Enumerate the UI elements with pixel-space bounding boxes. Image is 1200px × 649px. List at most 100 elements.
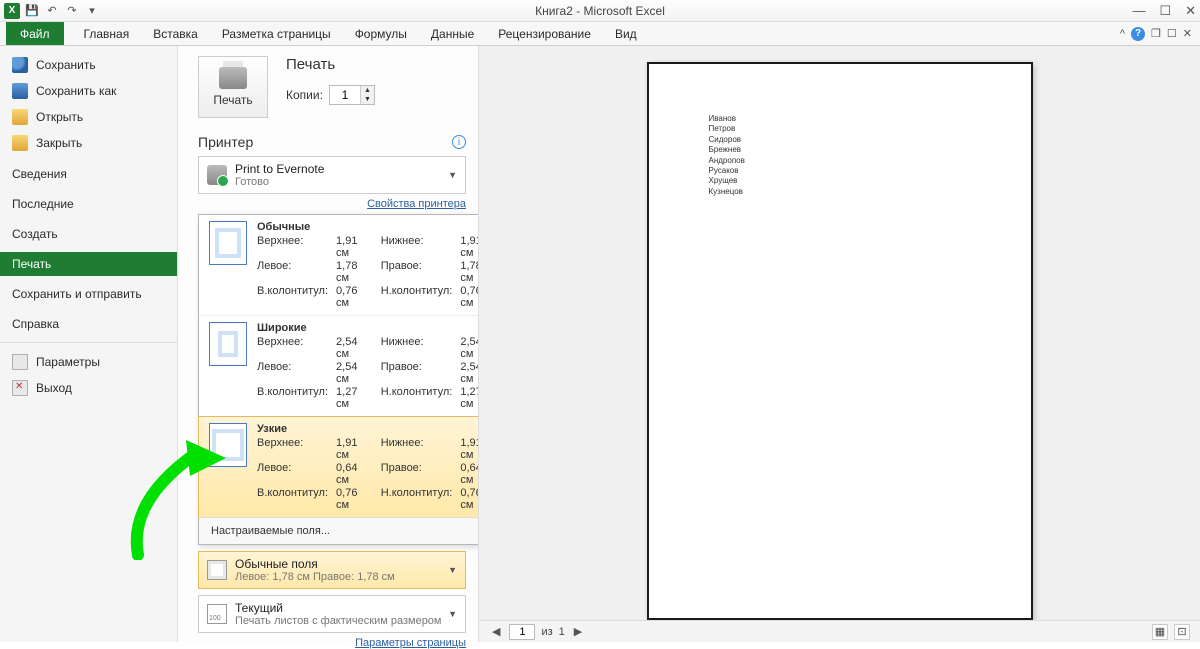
margins-option-title: Узкие	[257, 423, 497, 435]
nav-new-label: Создать	[12, 227, 58, 241]
nav-save-as-label: Сохранить как	[36, 84, 116, 98]
scaling-dropdown[interactable]: Текущий Печать листов с фактическим разм…	[198, 595, 466, 633]
chevron-down-icon: ▼	[448, 565, 457, 575]
nav-options[interactable]: Параметры	[0, 349, 177, 375]
copies-input[interactable]	[330, 87, 360, 103]
nav-open-label: Открыть	[36, 110, 83, 124]
tab-review[interactable]: Рецензирование	[486, 22, 603, 45]
print-title: Печать	[286, 56, 375, 73]
preview-cell: Сидоров	[709, 135, 1023, 145]
nav-info-label: Сведения	[12, 167, 67, 181]
prev-page-button[interactable]: ◀	[489, 625, 503, 638]
printer-icon	[219, 67, 247, 89]
margins-dropdown[interactable]: Обычные поля Левое: 1,78 см Правое: 1,78…	[198, 551, 466, 589]
excel-icon: X	[4, 3, 20, 19]
margins-option-narrow[interactable]: УзкиеВерхнее:1,91 смНижнее:1,91 смЛевое:…	[198, 416, 508, 518]
window-close-icon[interactable]: ✕	[1183, 27, 1192, 40]
margins-thumb-icon	[209, 322, 247, 366]
tab-formulas[interactable]: Формулы	[343, 22, 419, 45]
nav-recent[interactable]: Последние	[0, 192, 177, 216]
printer-status: Готово	[235, 176, 324, 188]
margins-option-wide[interactable]: ШирокиеВерхнее:2,54 смНижнее:2,54 смЛево…	[199, 316, 507, 417]
nav-exit-label: Выход	[36, 381, 72, 395]
printer-status-icon	[207, 165, 227, 185]
tab-view[interactable]: Вид	[603, 22, 649, 45]
nav-save[interactable]: Сохранить	[0, 52, 177, 78]
preview-cell: Андропов	[709, 156, 1023, 166]
print-preview-pane: ИвановПетровСидоровБрежневАндроповРусако…	[478, 46, 1200, 642]
copies-down-icon[interactable]: ▼	[361, 95, 374, 104]
print-button-label: Печать	[213, 93, 252, 107]
scaling-dd-sub: Печать листов с фактическим размером	[235, 615, 442, 627]
tab-data[interactable]: Данные	[419, 22, 486, 45]
nav-help-label: Справка	[12, 317, 59, 331]
ribbon: Файл Главная Вставка Разметка страницы Ф…	[0, 22, 1200, 46]
copies-field[interactable]: ▲▼	[329, 85, 375, 105]
nav-close-label: Закрыть	[36, 136, 82, 150]
nav-print-label: Печать	[12, 257, 51, 271]
printer-dropdown[interactable]: Print to Evernote Готово ▼	[198, 156, 466, 194]
margins-custom-option[interactable]: Настраиваемые поля...	[199, 517, 507, 544]
print-settings-pane: Печать Печать Копии: ▲▼ Принтер i Print …	[178, 46, 478, 642]
window-restore-icon[interactable]: ❐	[1151, 27, 1161, 40]
ribbon-minimize-icon[interactable]: ^	[1120, 28, 1125, 40]
chevron-down-icon: ▼	[448, 170, 457, 180]
tab-page-layout[interactable]: Разметка страницы	[210, 22, 343, 45]
preview-status-bar: ◀ из 1 ▶ ▦ ⊡	[479, 620, 1200, 642]
printer-name: Print to Evernote	[235, 162, 324, 176]
copies-label: Копии:	[286, 88, 323, 102]
zoom-to-page-button[interactable]: ⊡	[1174, 624, 1190, 640]
nav-options-label: Параметры	[36, 355, 100, 369]
nav-exit[interactable]: Выход	[0, 375, 177, 401]
next-page-button[interactable]: ▶	[571, 625, 585, 638]
nav-info[interactable]: Сведения	[0, 162, 177, 186]
nav-save-as[interactable]: Сохранить как	[0, 78, 177, 104]
scaling-dd-title: Текущий	[235, 601, 283, 615]
close-window-button[interactable]: ✕	[1185, 3, 1196, 19]
preview-cell: Хрущев	[709, 176, 1023, 186]
printer-properties-link[interactable]: Свойства принтера	[198, 198, 466, 210]
tab-file[interactable]: Файл	[6, 22, 64, 45]
tab-home[interactable]: Главная	[72, 22, 142, 45]
page-margins-icon	[207, 560, 227, 580]
page-setup-link[interactable]: Параметры страницы	[198, 637, 466, 649]
help-icon[interactable]: ?	[1131, 27, 1145, 41]
copies-up-icon[interactable]: ▲	[361, 86, 374, 95]
margins-thumb-icon	[209, 423, 247, 467]
nav-send[interactable]: Сохранить и отправить	[0, 282, 177, 306]
margins-dd-title: Обычные поля	[235, 557, 318, 571]
preview-cell: Иванов	[709, 114, 1023, 124]
preview-cell: Кузнецов	[709, 187, 1023, 197]
preview-cell: Брежнев	[709, 145, 1023, 155]
qat-more-icon[interactable]: ▾	[84, 3, 100, 19]
maximize-button[interactable]: ☐	[1159, 3, 1171, 19]
scale-icon	[207, 604, 227, 624]
nav-help[interactable]: Справка	[0, 312, 177, 336]
page-sep-label: из	[541, 626, 552, 638]
preview-page: ИвановПетровСидоровБрежневАндроповРусако…	[647, 62, 1033, 620]
tab-insert[interactable]: Вставка	[141, 22, 210, 45]
nav-recent-label: Последние	[12, 197, 74, 211]
preview-cell: Петров	[709, 124, 1023, 134]
info-icon[interactable]: i	[452, 135, 466, 149]
qat-save-icon[interactable]: 💾	[24, 3, 40, 19]
qat-undo-icon[interactable]: ↶	[44, 3, 60, 19]
nav-close[interactable]: Закрыть	[0, 130, 177, 156]
margins-dd-sub: Левое: 1,78 см Правое: 1,78 см	[235, 571, 395, 583]
page-number-field[interactable]	[509, 624, 535, 640]
window-maximize-icon[interactable]: ☐	[1167, 27, 1177, 40]
printer-section-title: Принтер	[198, 134, 253, 150]
nav-send-label: Сохранить и отправить	[12, 287, 142, 301]
page-total-label: 1	[559, 626, 565, 638]
print-button[interactable]: Печать	[198, 56, 268, 118]
minimize-button[interactable]: —	[1132, 3, 1145, 18]
margins-thumb-icon	[209, 221, 247, 265]
nav-save-label: Сохранить	[36, 58, 96, 72]
nav-new[interactable]: Создать	[0, 222, 177, 246]
show-margins-button[interactable]: ▦	[1152, 624, 1168, 640]
nav-open[interactable]: Открыть	[0, 104, 177, 130]
margins-option-title: Широкие	[257, 322, 497, 334]
qat-redo-icon[interactable]: ↷	[64, 3, 80, 19]
margins-option-normal[interactable]: ОбычныеВерхнее:1,91 смНижнее:1,91 смЛево…	[199, 215, 507, 316]
nav-print[interactable]: Печать	[0, 252, 177, 276]
